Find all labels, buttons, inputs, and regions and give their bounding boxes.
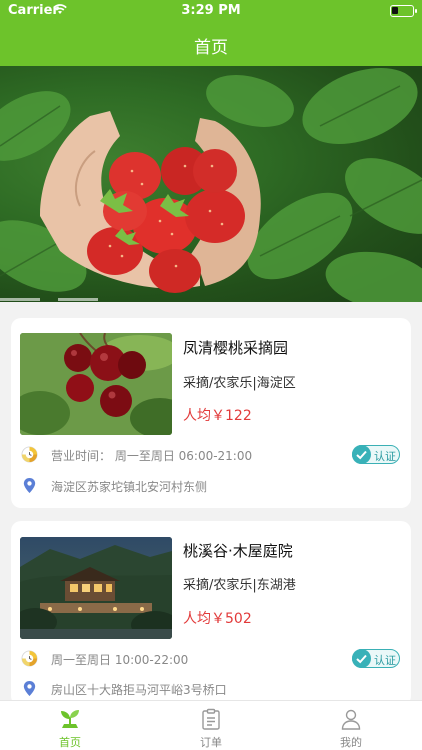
banner-image — [0, 68, 422, 302]
verified-label: 认证 — [374, 654, 396, 667]
tab-label: 首页 — [59, 736, 81, 749]
address-row: 房山区十大路拒马河平峪3号桥口 — [21, 680, 351, 698]
listing-thumbnail — [20, 537, 172, 639]
listing-tags: 采摘/农家乐|海淀区 — [183, 376, 296, 391]
cherries-image — [20, 333, 172, 435]
checkmark-icon — [352, 445, 371, 464]
lodge-image — [20, 537, 172, 639]
location-pin-icon — [23, 680, 36, 697]
hours-text: 周一至周日 10:00-22:00 — [51, 653, 189, 667]
tab-home[interactable]: 首页 — [0, 701, 140, 750]
listing-name: 桃溪谷·木屋庭院 — [183, 542, 293, 560]
tab-bar: 首页 订单 我的 — [0, 700, 422, 750]
verified-badge: 认证 — [352, 445, 400, 464]
hours-row: 营业时间： 周一至周日 06:00-21:00 — [21, 446, 351, 464]
listing-card[interactable]: 桃溪谷·木屋庭院 采摘/农家乐|东湖港 人均￥502 周一至周日 10:00-2… — [11, 521, 411, 706]
tab-profile[interactable]: 我的 — [281, 701, 421, 750]
verified-badge: 认证 — [352, 649, 400, 668]
carousel-indicator — [0, 298, 422, 302]
listing-price: 人均￥122 — [183, 408, 252, 424]
clipboard-icon — [202, 708, 220, 730]
clock-icon — [21, 650, 38, 667]
hours-row: 周一至周日 10:00-22:00 — [21, 650, 351, 668]
listing-card[interactable]: 凤清樱桃采摘园 采摘/农家乐|海淀区 人均￥122 营业时间： 周一至周日 06… — [11, 318, 411, 508]
address-text: 海淀区苏家坨镇北安河村东侧 — [51, 480, 208, 494]
nav-bar: 首页 — [0, 22, 422, 66]
address-row: 海淀区苏家坨镇北安河村东侧 — [21, 477, 351, 495]
tab-label: 订单 — [200, 736, 222, 749]
listing-thumbnail — [20, 333, 172, 435]
battery-icon — [390, 5, 417, 17]
listing-name: 凤清樱桃采摘园 — [183, 339, 289, 357]
verified-label: 认证 — [374, 450, 396, 463]
clock: 3:29 PM — [181, 3, 241, 18]
clock-icon — [21, 446, 38, 463]
address-text: 房山区十大路拒马河平峪3号桥口 — [51, 683, 227, 697]
status-bar: Carrier 3:29 PM — [0, 0, 422, 22]
location-pin-icon — [23, 477, 36, 494]
banner-carousel[interactable] — [0, 66, 422, 302]
home-sprout-icon — [61, 710, 79, 728]
hours-text: 营业时间： 周一至周日 06:00-21:00 — [51, 449, 253, 463]
listing-price: 人均￥502 — [183, 611, 252, 627]
listing-tags: 采摘/农家乐|东湖港 — [183, 578, 296, 593]
checkmark-icon — [352, 649, 371, 668]
person-icon — [341, 709, 361, 730]
tab-label: 我的 — [340, 736, 362, 749]
tab-orders[interactable]: 订单 — [141, 701, 281, 750]
page-title: 首页 — [194, 38, 228, 58]
